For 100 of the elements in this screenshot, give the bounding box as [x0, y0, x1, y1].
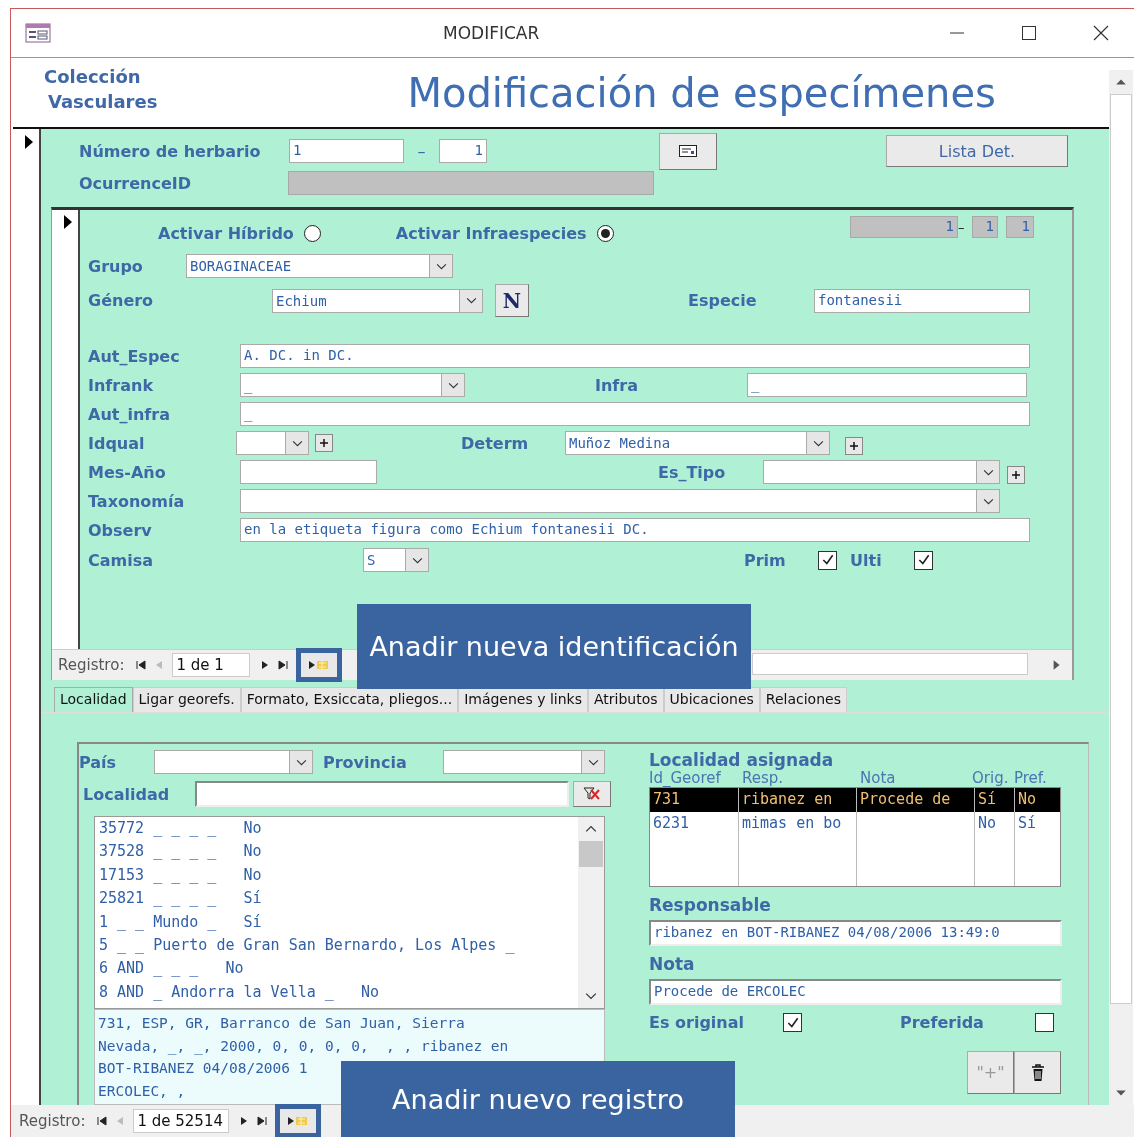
tab[interactable]: Atributos: [588, 687, 664, 712]
scroll-down-icon[interactable]: [1115, 1089, 1127, 1097]
new-genus-button[interactable]: N: [495, 284, 529, 317]
tab[interactable]: Imágenes y links: [458, 687, 588, 712]
separator: –: [958, 219, 966, 235]
infrank-combo[interactable]: _: [240, 373, 465, 397]
close-icon[interactable]: [1093, 25, 1109, 41]
group-combo[interactable]: BORAGINACEAE: [186, 254, 453, 278]
table-cell: 731: [650, 788, 739, 812]
first-record-icon[interactable]: [136, 660, 147, 670]
search-field[interactable]: [752, 653, 1028, 675]
last-record-icon[interactable]: [257, 1116, 268, 1126]
scroll-up-icon[interactable]: [585, 825, 597, 833]
scroll-up-icon[interactable]: [1115, 78, 1127, 86]
tab[interactable]: Ligar georefs.: [132, 687, 241, 712]
checkbox[interactable]: [818, 550, 837, 570]
dropdown-button[interactable]: [405, 549, 428, 571]
species-field[interactable]: fontanesii: [814, 288, 1030, 313]
list-item[interactable]: 1 _ _ Mundo _ Sí: [99, 912, 574, 936]
checkbox[interactable]: [914, 550, 933, 570]
plus-button[interactable]: [1007, 466, 1025, 484]
dropdown-button[interactable]: [289, 751, 312, 773]
delete-button[interactable]: [1014, 1051, 1061, 1094]
first-record-icon[interactable]: [97, 1116, 108, 1126]
table-row[interactable]: 6231 mimas en bo No Sí: [650, 812, 1060, 836]
list-item[interactable]: 5 _ _ Puerto de Gran San Bernardo, Los Alpes _: [99, 935, 574, 960]
list-item[interactable]: 35772 _ _ _ _ No: [99, 819, 574, 843]
new-record-button[interactable]: [296, 648, 343, 682]
scrollbar[interactable]: [1109, 70, 1133, 1105]
field-label: País: [79, 752, 118, 772]
last-record-icon[interactable]: [278, 660, 289, 670]
chevron-down-icon: [291, 439, 303, 447]
scroll-thumb[interactable]: [579, 841, 603, 867]
record-position-field[interactable]: 1 de 1: [172, 653, 251, 677]
note-field[interactable]: Procede de ERCOLEC: [649, 979, 1062, 1005]
radio-button[interactable]: [303, 224, 321, 242]
locality-field[interactable]: [195, 781, 569, 807]
herbarium-suffix-field[interactable]: 1: [439, 139, 487, 163]
dropdown-button[interactable]: [459, 289, 482, 312]
maximize-icon[interactable]: [1021, 25, 1037, 41]
field-label: Idqual: [88, 433, 146, 453]
callout: Anadir nueva identificación: [357, 604, 751, 689]
record-position-field[interactable]: 1 de 52514: [133, 1109, 230, 1133]
tab[interactable]: Localidad: [54, 687, 133, 712]
determiner-combo[interactable]: Muñoz Medina: [565, 431, 830, 455]
scroll-thumb[interactable]: [1110, 94, 1132, 1004]
month-year-field[interactable]: [240, 460, 377, 484]
folder-combo[interactable]: S: [363, 548, 429, 572]
field-label: Determ: [461, 433, 530, 453]
field-label: Camisa: [88, 550, 154, 570]
dropdown-button[interactable]: [806, 432, 829, 454]
card-button[interactable]: [659, 132, 717, 170]
dropdown-button[interactable]: [976, 490, 999, 512]
column-header: Orig.: [972, 770, 1010, 787]
checkbox-label: Prim: [744, 550, 787, 570]
list-item[interactable]: 6 AND _ _ _ No: [99, 959, 574, 983]
list-item[interactable]: 8 AND _ Andorra la Vella _ No: [99, 982, 574, 1007]
current-record-icon: [25, 135, 33, 149]
dropdown-button[interactable]: [976, 461, 999, 483]
species-author-field[interactable]: A. DC. in DC.: [240, 344, 1030, 368]
genus-combo[interactable]: Echium: [272, 288, 483, 313]
table-row[interactable]: 731 ribanez en Procede de Sí No: [650, 788, 1060, 812]
list-item[interactable]: 25821 _ _ _ _ Sí: [99, 889, 574, 913]
clear-filter-button[interactable]: [573, 781, 611, 807]
responsible-field[interactable]: ribanez en BOT-RIBANEZ 04/08/2006 13:49:0: [649, 920, 1062, 946]
dropdown-button[interactable]: [581, 751, 604, 773]
table-cell-text: No: [1017, 789, 1038, 810]
checkbox[interactable]: [1035, 1013, 1054, 1032]
plus-icon: [319, 438, 329, 448]
collection-label: Colección Vasculares: [44, 65, 158, 114]
checkbox-label: Preferida: [900, 1013, 985, 1032]
chevron-down-icon: [447, 381, 459, 389]
observations-field[interactable]: en la etiqueta figura como Echium fontanesii DC.: [240, 518, 1030, 542]
infra-field[interactable]: _: [747, 373, 1027, 397]
chevron-down-icon: [812, 439, 824, 447]
record-selector[interactable]: [52, 210, 80, 649]
separator: –: [416, 141, 427, 161]
radio-button[interactable]: [596, 224, 614, 242]
infra-author-field[interactable]: _: [240, 402, 1030, 426]
trash-icon: [1030, 1063, 1045, 1082]
new-record-button[interactable]: [275, 1104, 322, 1137]
checkbox[interactable]: [783, 1013, 802, 1032]
list-item[interactable]: 37528 _ _ _ _ No: [99, 842, 574, 866]
list-item[interactable]: 17153 _ _ _ _ No: [99, 865, 574, 890]
list-button[interactable]: Lista Det.: [886, 135, 1068, 167]
tab[interactable]: Formato, Exsiccata, pliegos...: [240, 687, 459, 712]
herbarium-number-field[interactable]: 1: [289, 139, 404, 163]
table-cell: ribanez en: [739, 788, 857, 812]
dropdown-button[interactable]: [285, 432, 308, 454]
option-label: Activar Híbrido: [158, 223, 294, 243]
dropdown-button[interactable]: [441, 374, 464, 396]
tab[interactable]: Relaciones: [759, 687, 847, 712]
scroll-down-icon[interactable]: [585, 992, 597, 1000]
scrollbar[interactable]: [578, 817, 604, 1008]
occurrence-id-field[interactable]: [288, 171, 654, 195]
tab[interactable]: Ubicaciones: [663, 687, 760, 712]
plus-button[interactable]: [845, 437, 863, 455]
plus-button[interactable]: [315, 434, 333, 452]
dropdown-button[interactable]: [429, 255, 452, 277]
callout: Anadir nuevo registro: [341, 1061, 735, 1137]
